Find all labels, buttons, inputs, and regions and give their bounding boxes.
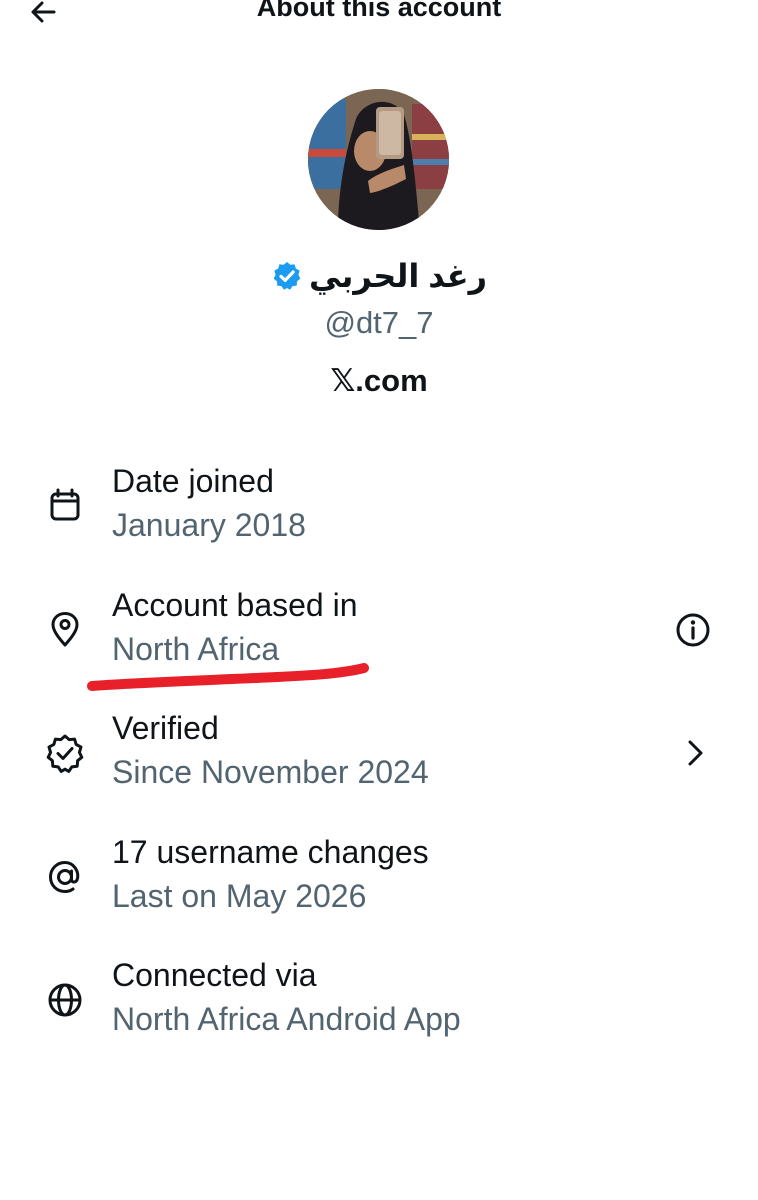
- avatar-image: [308, 89, 449, 230]
- info-row-date-joined: Date joined January 2018: [0, 463, 758, 563]
- page-title: About this account: [256, 0, 502, 22]
- display-name: رغد الحربي: [309, 258, 487, 294]
- location-pin-icon: [44, 609, 86, 651]
- info-row-connected-via: Connected via North Africa Android App: [0, 957, 758, 1057]
- row-label: Account based in: [112, 587, 358, 623]
- row-value: January 2018: [112, 507, 306, 543]
- info-row-username-changes: 17 username changes Last on May 2026: [0, 834, 758, 934]
- chevron-right-icon: [688, 740, 703, 766]
- red-underline-annotation: [87, 663, 369, 691]
- row-value: North Africa Android App: [112, 1001, 461, 1037]
- globe-icon: [44, 979, 86, 1021]
- avatar[interactable]: [308, 89, 449, 230]
- verified-details-button[interactable]: [674, 732, 716, 774]
- info-row-verified[interactable]: Verified Since November 2024: [0, 710, 758, 810]
- top-bar: About this account: [0, 0, 758, 40]
- row-value: Since November 2024: [112, 754, 429, 790]
- info-button[interactable]: [672, 609, 714, 651]
- verified-badge-icon[interactable]: [271, 260, 303, 292]
- row-label: Verified: [112, 710, 219, 746]
- row-label: Date joined: [112, 463, 274, 499]
- verified-badge-outline-icon: [44, 732, 86, 774]
- row-label: 17 username changes: [112, 834, 429, 870]
- row-label: Connected via: [112, 957, 317, 993]
- profile-name-row: رغد الحربي: [0, 254, 758, 298]
- calendar-icon: [44, 485, 86, 527]
- at-sign-icon: [44, 856, 86, 898]
- site-label: 𝕏.com: [330, 363, 428, 398]
- username-handle: @dt7_7: [324, 305, 434, 340]
- row-value: Last on May 2026: [112, 878, 367, 914]
- info-icon: [676, 613, 710, 647]
